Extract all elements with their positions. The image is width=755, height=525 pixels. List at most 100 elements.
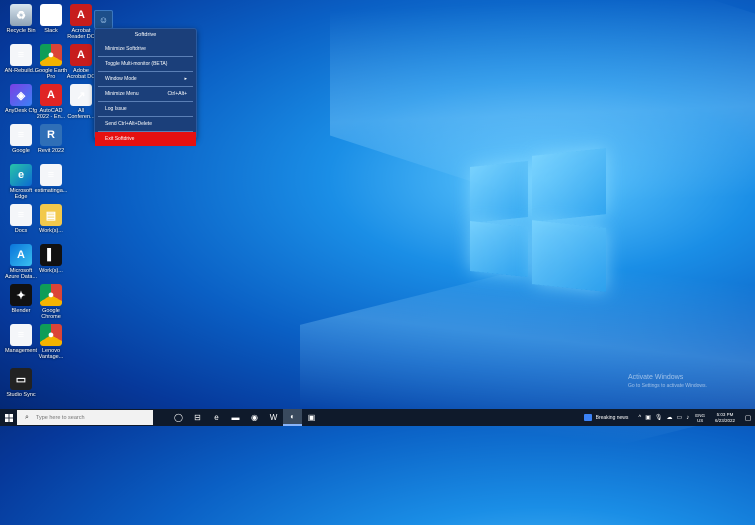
desktop-icon[interactable]: A Acrobat Reader DC	[64, 4, 98, 40]
desktop-icon[interactable]: ▌ Work(s)...	[34, 244, 68, 274]
menu-item[interactable]: Minimize Menu Ctrl+Alt+	[98, 87, 193, 102]
news-icon	[583, 414, 592, 421]
desktop-app-icon: ●	[40, 44, 62, 66]
desktop-icon[interactable]: ♻ Recycle Bin	[4, 4, 38, 34]
app-icon[interactable]: ▣	[302, 409, 321, 426]
desktop-icon-label: estimatinga...	[34, 188, 68, 194]
activate-windows-watermark: Activate Windows Go to Settings to activ…	[628, 374, 707, 389]
desktop-icon[interactable]: ≡ AN-Rebuild...	[4, 44, 38, 74]
volume-icon[interactable]: ♪	[686, 415, 689, 421]
desktop-app-icon: A	[70, 4, 92, 26]
desktop-icon-label: Google Earth Pro	[34, 68, 68, 80]
word-icon[interactable]: W	[264, 409, 283, 426]
desktop-icon[interactable]: ✦ Blender	[4, 284, 38, 314]
desktop-icon-label: All Conferen...	[67, 108, 95, 120]
menu-item[interactable]: Send Ctrl+Alt+Delete	[98, 117, 193, 132]
taskbar: ⌕ ◯⊟e▬◉W◐▣ Breaking news ^ ▣ 🎙 ☁ ▭ ♪ ENG…	[0, 409, 755, 426]
desktop-icon-label: Acrobat Reader DC	[67, 28, 95, 40]
softdrive-menu: Softdrive Minimize Softdrive Toggle Multi…	[94, 28, 197, 146]
news-widget[interactable]: Breaking news	[583, 414, 628, 421]
desktop-icon-label: Work(s)...	[39, 268, 63, 274]
desktop-icon-label: Docs	[14, 228, 28, 234]
edge-icon[interactable]: e	[207, 409, 226, 426]
cloud-icon[interactable]: ☁	[667, 414, 673, 421]
desktop-icon[interactable]: ≡ estimatinga...	[34, 164, 68, 194]
chevron-up-icon[interactable]: ^	[638, 415, 641, 421]
desktop-app-icon: A	[70, 44, 92, 66]
desktop-icon-label: Revit 2022	[37, 148, 65, 154]
file-explorer-icon[interactable]: ▬	[226, 409, 245, 426]
desktop-app-icon: ≡	[40, 164, 62, 186]
search-icon: ⌕	[25, 413, 29, 421]
menu-item-shortcut: Ctrl+Alt+	[167, 91, 187, 97]
desktop-app-icon: e	[10, 164, 32, 186]
desktop-icon-label: Google	[12, 148, 30, 154]
desktop-icon[interactable]: ◈ AnyDesk Cfg	[4, 84, 38, 114]
desktop-icon-label: Adobe Acrobat DC	[66, 68, 96, 80]
desktop-icon-label: Microsoft Azure Data...	[4, 268, 38, 280]
desktop-app-icon: ▭	[10, 368, 32, 390]
menu-item[interactable]: Minimize Softdrive	[98, 42, 193, 57]
desktop-icon-label: Slack	[44, 28, 58, 34]
desktop-icon[interactable]: ↗ All Conferen...	[64, 84, 98, 120]
desktop-icon-label: Lenovo Vantage...	[38, 348, 64, 360]
desktop-icon[interactable]: ● Google Chrome	[34, 284, 68, 320]
desktop-icon-label: Blender	[11, 308, 31, 314]
desktop-icon[interactable]: e Microsoft Edge	[4, 164, 38, 200]
search-input[interactable]	[33, 413, 148, 422]
exit-softdrive-button[interactable]: Exit Softdrive	[95, 132, 196, 146]
desktop-icon[interactable]: ▤ Work(s)...	[34, 204, 68, 234]
widgets-icon[interactable]: ⊟	[188, 409, 207, 426]
desktop-icon[interactable]: ● Lenovo Vantage...	[34, 324, 68, 360]
desktop-icon[interactable]: A Adobe Acrobat DC	[64, 44, 98, 80]
desktop-app-icon: A	[10, 244, 32, 266]
desktop-app-icon: ✦	[10, 284, 32, 306]
softdrive-menu-icon[interactable]: ☺	[94, 10, 113, 29]
desktop-icon[interactable]: R Revit 2022	[34, 124, 68, 154]
desktop-app-icon: ▤	[40, 204, 62, 226]
display-icon[interactable]: ▭	[677, 414, 683, 421]
desktop-icon-label: Work(s)...	[39, 228, 63, 234]
desktop-app-icon: A	[40, 84, 62, 106]
desktop-icon-label: AnyDesk Cfg	[4, 108, 38, 114]
desktop-app-icon: ≡	[10, 204, 32, 226]
chrome-icon[interactable]: ◉	[245, 409, 264, 426]
desktop-icon[interactable]: A Microsoft Azure Data...	[4, 244, 38, 280]
desktop-icon[interactable]: A AutoCAD 2022 - En...	[34, 84, 68, 120]
taskbar-search[interactable]: ⌕	[17, 410, 153, 425]
menu-item-shortcut: ▸	[184, 76, 187, 82]
desktop-icon[interactable]: # Slack	[34, 4, 68, 34]
clock[interactable]: 5:03 PM 6/23/2022	[715, 412, 735, 424]
task-view-icon[interactable]: ◯	[169, 409, 188, 426]
desktop-app-icon: ▌	[40, 244, 62, 266]
menu-title: Softdrive	[134, 32, 157, 38]
desktop-icon-label: Management	[4, 348, 38, 354]
desktop-app-icon: ♻	[10, 4, 32, 26]
desktop-icon[interactable]: ● Google Earth Pro	[34, 44, 68, 80]
desktop-icon[interactable]: ≡ Management	[4, 324, 38, 354]
desktop-icon-label: Studio Sync	[6, 392, 36, 398]
softdrive-icon[interactable]: ◐	[283, 409, 302, 426]
menu-item[interactable]: Toggle Multi-monitor (BETA)	[98, 57, 193, 72]
desktop-icon[interactable]: ▭ Studio Sync	[4, 368, 38, 398]
notification-icon[interactable]: ▢	[741, 414, 755, 422]
desktop-app-icon: ≡	[10, 44, 32, 66]
desktop-icon-label: Microsoft Edge	[9, 188, 33, 200]
mic-icon[interactable]: 🎙	[655, 414, 663, 421]
desktop-icon-label: Google Chrome	[41, 308, 61, 320]
security-icon[interactable]: ▣	[645, 414, 651, 421]
desktop-app-icon: ≡	[10, 324, 32, 346]
language-indicator[interactable]: ENG US	[695, 413, 705, 423]
windows-start-icon	[4, 413, 13, 422]
desktop-app-icon: R	[40, 124, 62, 146]
menu-item[interactable]: Log Issue	[98, 102, 193, 117]
desktop-app-icon: ≡	[10, 124, 32, 146]
menu-item[interactable]: Window Mode ▸	[98, 72, 193, 87]
desktop-icon[interactable]: ≡ Docs	[4, 204, 38, 234]
start-button[interactable]	[0, 409, 17, 426]
desktop-icon-label: AutoCAD 2022 - En...	[36, 108, 66, 120]
desktop-app-icon: #	[40, 4, 62, 26]
desktop-app-icon: ●	[40, 284, 62, 306]
system-tray: Breaking news ^ ▣ 🎙 ☁ ▭ ♪ ENG US 5:03 PM 6…	[583, 409, 755, 426]
desktop-icon[interactable]: ≡ Google	[4, 124, 38, 154]
